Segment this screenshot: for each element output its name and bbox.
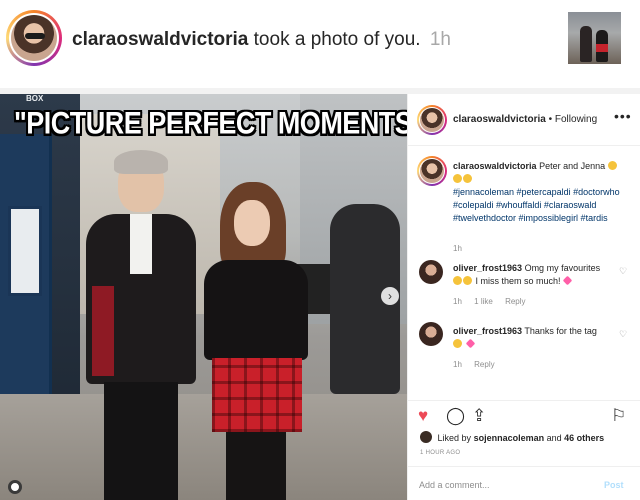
post-details-panel: claraoswaldvictoria • Following ••• clar…: [407, 94, 640, 500]
reply-button[interactable]: Reply: [474, 360, 494, 369]
emoji-icon: [453, 339, 462, 348]
post-timestamp[interactable]: 1 HOUR AGO: [420, 450, 460, 456]
notification-time: 1h: [429, 29, 451, 50]
comment-likes[interactable]: 1 like: [474, 297, 493, 306]
more-options-icon[interactable]: •••: [614, 108, 632, 124]
comment-meta: 1h Reply: [453, 360, 505, 369]
caption-time: 1h: [453, 244, 462, 253]
bookmark-icon[interactable]: ⚐: [611, 406, 626, 426]
next-photo-icon[interactable]: ›: [381, 287, 399, 305]
notification-username[interactable]: claraoswaldvictoria: [72, 29, 248, 50]
woman-figure: [196, 182, 316, 500]
comment: oliver_frost1963 Thanks for the tag: [453, 325, 623, 351]
man-figure: [86, 150, 196, 500]
add-comment-bar: Add a comment... Post: [408, 466, 640, 500]
post-photo[interactable]: BOX "PICTURE PERFECT MOMENTS" ›: [0, 94, 407, 500]
notification-action: took a photo of you.: [253, 29, 421, 50]
tardis-box: [0, 134, 52, 424]
post-comment-button[interactable]: Post: [604, 480, 624, 490]
like-comment-icon[interactable]: ♡: [619, 266, 627, 277]
likes-and: and: [546, 433, 562, 443]
comment-meta: 1h 1 like Reply: [453, 297, 536, 306]
post-caption: claraoswaldvictoria Peter and Jenna #jen…: [453, 160, 623, 225]
reply-button[interactable]: Reply: [505, 297, 525, 306]
likes-others[interactable]: 46 others: [564, 433, 604, 443]
post-author-avatar[interactable]: [417, 105, 447, 135]
emoji-icon: [463, 174, 472, 183]
likes-prefix: Liked by: [437, 433, 472, 443]
notification-photo-thumbnail[interactable]: [568, 12, 621, 64]
post-author-username[interactable]: claraoswaldvictoria: [453, 114, 546, 125]
notification-avatar[interactable]: [6, 10, 62, 66]
likes-user[interactable]: sojennacoleman: [474, 433, 545, 443]
comment-username[interactable]: oliver_frost1963: [453, 326, 522, 336]
comment-time: 1h: [453, 360, 462, 369]
caption-text: Peter and Jenna: [539, 161, 606, 171]
post-header: claraoswaldvictoria • Following •••: [408, 94, 640, 146]
post-header-user: claraoswaldvictoria • Following: [453, 114, 597, 125]
liker-avatar: [420, 431, 432, 443]
avatar-image: [11, 15, 57, 61]
commenter-avatar[interactable]: [419, 322, 443, 346]
comment-text-line2: I miss them so much!: [475, 276, 561, 286]
emoji-icon: [607, 161, 617, 170]
emoji-icon: [453, 276, 462, 285]
add-comment-input[interactable]: Add a comment...: [419, 480, 490, 490]
heart-emoji-icon: [562, 275, 573, 286]
comment: oliver_frost1963 Omg my favourites I mis…: [453, 262, 623, 288]
photo-caption: "PICTURE PERFECT MOMENTS": [14, 106, 407, 141]
notification-bar[interactable]: claraoswaldvictoria took a photo of you.…: [0, 0, 640, 88]
likes-summary: Liked by sojennacoleman and 46 others: [420, 431, 604, 443]
like-comment-icon[interactable]: ♡: [619, 329, 627, 340]
emoji-icon: [463, 276, 472, 285]
notification-text: claraoswaldvictoria took a photo of you.…: [72, 29, 451, 51]
comment-username[interactable]: oliver_frost1963: [453, 263, 522, 273]
tardis-sign: BOX: [26, 94, 44, 103]
like-heart-icon[interactable]: ♥: [418, 406, 428, 426]
follow-status[interactable]: • Following: [549, 114, 598, 125]
comment-time: 1h: [453, 297, 462, 306]
caption-username[interactable]: claraoswaldvictoria: [453, 161, 537, 171]
user-tag-icon[interactable]: [8, 480, 22, 494]
emoji-icon: [453, 174, 462, 183]
comment-text: Omg my favourites: [524, 263, 601, 273]
comment-text: Thanks for the tag: [524, 326, 597, 336]
caption-author-avatar[interactable]: [417, 156, 447, 186]
commenter-avatar[interactable]: [419, 260, 443, 284]
caption-hashtags[interactable]: #jennacoleman #petercapaldi #doctorwho #…: [453, 186, 623, 225]
comment-icon[interactable]: ◯: [446, 406, 465, 426]
divider: [408, 400, 640, 401]
heart-emoji-icon: [465, 338, 475, 349]
share-icon[interactable]: ⇪: [472, 406, 486, 426]
